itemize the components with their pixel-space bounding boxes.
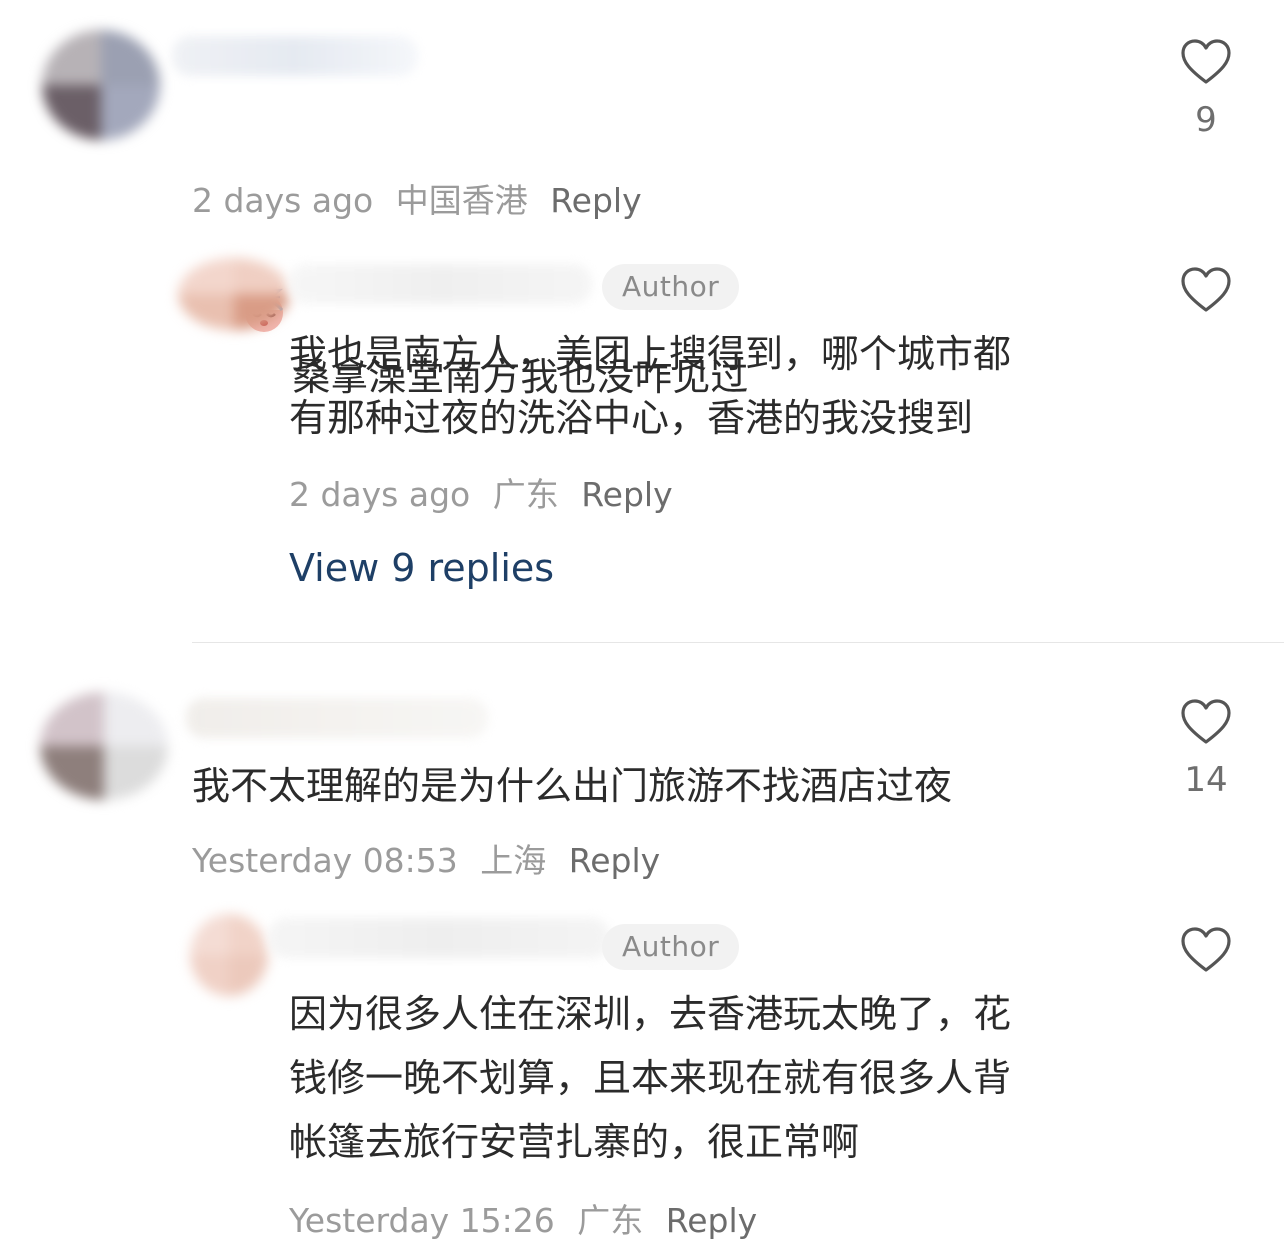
timestamp: Yesterday 15:26 bbox=[289, 1201, 555, 1240]
reply-button[interactable]: Reply bbox=[569, 841, 660, 880]
like-button[interactable] bbox=[1166, 266, 1246, 318]
timestamp: Yesterday 08:53 bbox=[192, 841, 458, 880]
reply-text: 因为很多人住在深圳，去香港玩太晚了，花 钱修一晚不划算，且本来现在就有很多人背 … bbox=[289, 992, 1012, 1164]
location: 广东 bbox=[492, 475, 559, 514]
reply-meta: Yesterday 15:26 广东 Reply bbox=[289, 1194, 757, 1242]
username-blurred[interactable] bbox=[186, 698, 488, 738]
timestamp: 2 days ago bbox=[289, 475, 471, 514]
avatar[interactable] bbox=[178, 258, 290, 330]
username-blurred[interactable] bbox=[172, 36, 418, 76]
comment-meta: Yesterday 08:53 上海 Reply bbox=[192, 834, 660, 882]
reply-text: 我也是南方人，美团上搜得到，哪个城市都 有那种过夜的洗浴中心，香港的我没搜到 bbox=[289, 332, 1012, 440]
author-badge: Author bbox=[602, 924, 740, 970]
username-blurred[interactable] bbox=[268, 918, 610, 958]
username-blurred[interactable] bbox=[288, 264, 592, 304]
reply-button[interactable]: Reply bbox=[550, 181, 641, 220]
divider bbox=[192, 642, 1284, 643]
avatar[interactable] bbox=[40, 692, 168, 800]
like-count: 14 bbox=[1184, 760, 1228, 800]
timestamp: 2 days ago bbox=[192, 181, 374, 220]
like-count: 9 bbox=[1195, 100, 1217, 140]
author-badge: Author bbox=[602, 264, 740, 310]
comment-meta: 2 days ago 中国香港 Reply bbox=[192, 174, 642, 222]
location: 中国香港 bbox=[395, 181, 528, 220]
avatar[interactable] bbox=[42, 30, 160, 140]
reply-meta: 2 days ago 广东 Reply bbox=[289, 468, 673, 516]
reply-button[interactable]: Reply bbox=[581, 475, 672, 514]
heart-outline-icon bbox=[1181, 267, 1231, 312]
heart-outline-icon bbox=[1181, 39, 1231, 84]
location: 上海 bbox=[480, 841, 547, 880]
heart-outline-icon bbox=[1181, 699, 1231, 744]
reply-button[interactable]: Reply bbox=[666, 1201, 757, 1240]
location: 广东 bbox=[577, 1201, 644, 1240]
view-replies-link[interactable]: View 9 replies bbox=[289, 546, 554, 590]
like-button[interactable] bbox=[1166, 926, 1246, 978]
comment-text: 我不太理解的是为什么出门旅游不找酒店过夜 bbox=[192, 764, 953, 808]
heart-outline-icon bbox=[1181, 927, 1231, 972]
avatar[interactable] bbox=[190, 914, 268, 996]
like-button[interactable]: 14 bbox=[1166, 698, 1246, 800]
like-button[interactable]: 9 bbox=[1166, 38, 1246, 140]
